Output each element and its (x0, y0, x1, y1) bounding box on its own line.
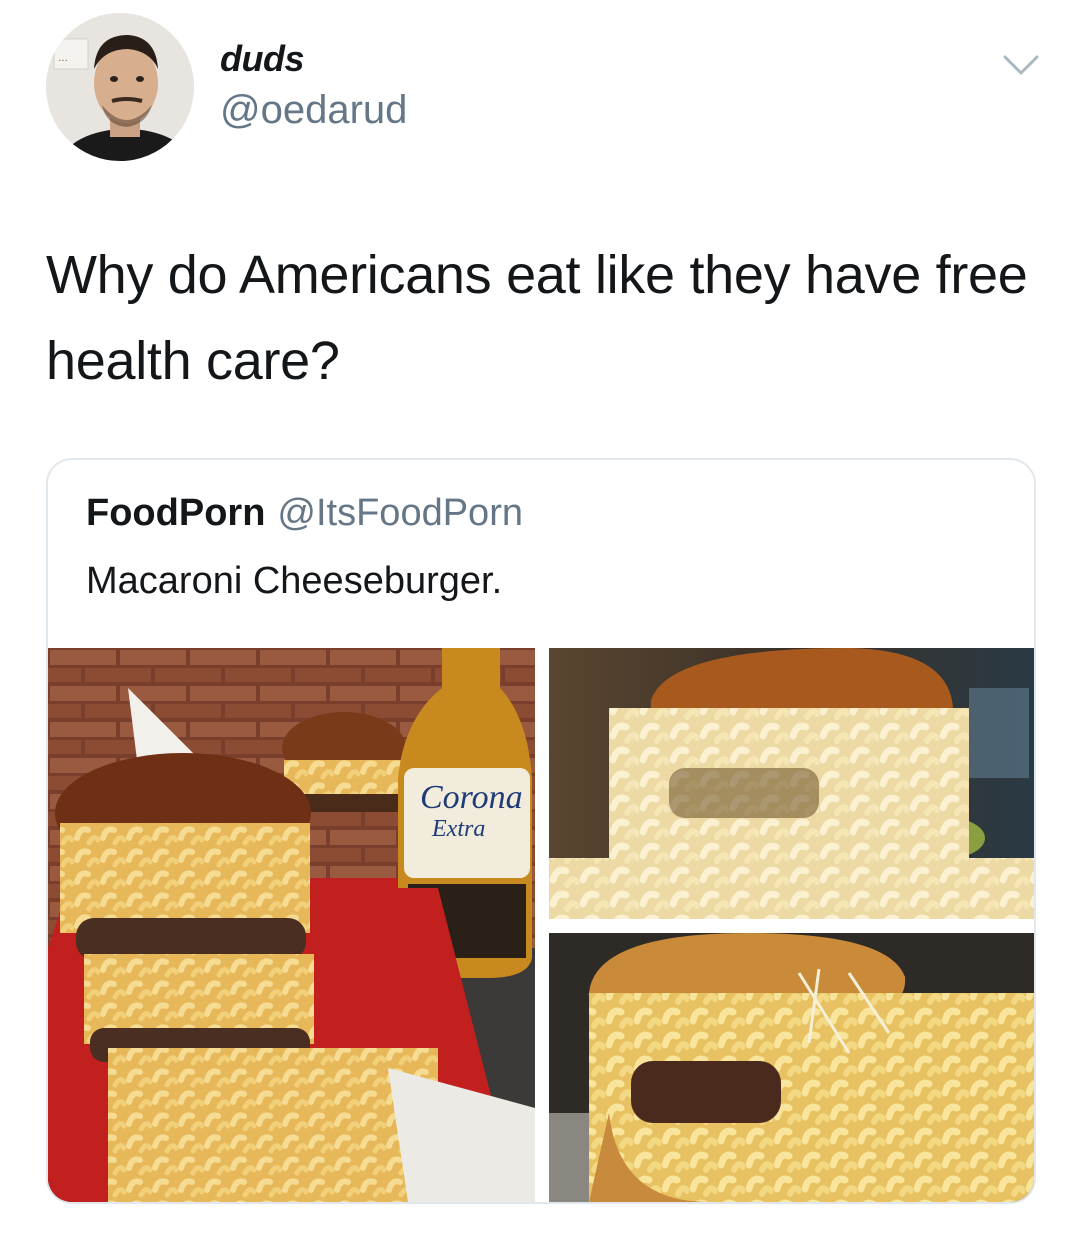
avatar[interactable]: … (46, 13, 194, 161)
svg-text:Corona: Corona (420, 779, 523, 816)
photo-grid: Corona Extra (48, 648, 1034, 1202)
tweet-text: Why do Americans eat like they have free… (46, 245, 1028, 391)
quoted-tweet-header: FoodPorn @ItsFoodPorn (86, 492, 523, 535)
user-handle[interactable]: @oedarud (220, 88, 407, 133)
chevron-down-icon[interactable] (1002, 52, 1040, 80)
quoted-display-name[interactable]: FoodPorn (86, 492, 265, 534)
quoted-tweet-card[interactable]: FoodPorn @ItsFoodPorn Macaroni Cheeseburg… (46, 458, 1036, 1204)
photo-burger-basket[interactable]: Corona Extra (48, 648, 535, 1202)
display-name[interactable]: duds (220, 38, 305, 80)
svg-text:…: … (58, 53, 68, 64)
svg-text:Extra: Extra (431, 816, 485, 842)
quoted-tweet-text: Macaroni Cheeseburger. (86, 560, 503, 602)
quoted-user-handle[interactable]: @ItsFoodPorn (277, 492, 523, 534)
photo-burger-closeup[interactable] (549, 648, 1034, 919)
photo-burger-parmesan[interactable] (549, 933, 1034, 1202)
